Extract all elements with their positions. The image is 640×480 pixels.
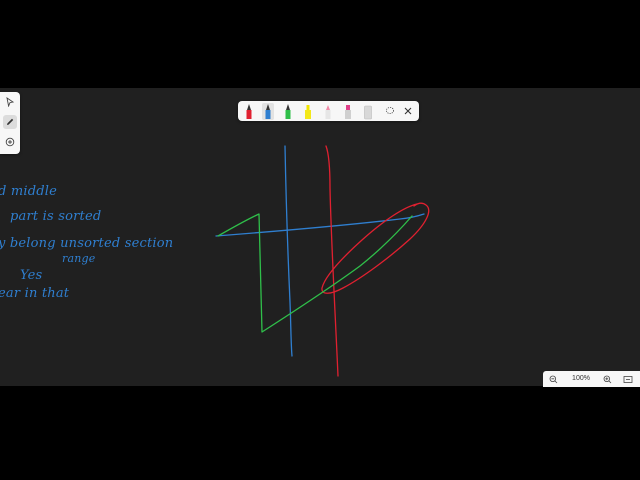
eraser-icon[interactable] bbox=[362, 103, 374, 120]
green-triangle-stroke bbox=[217, 213, 413, 333]
red-vertical-stroke bbox=[325, 145, 339, 377]
lasso-icon[interactable] bbox=[383, 104, 397, 118]
note-line-6: ear in that bbox=[0, 286, 70, 301]
blue-pen-icon[interactable] bbox=[262, 103, 274, 120]
zoom-out-icon[interactable] bbox=[547, 373, 559, 385]
add-icon[interactable] bbox=[3, 135, 17, 149]
note-line-1: d middle bbox=[0, 184, 58, 199]
zoom-in-icon[interactable] bbox=[601, 373, 613, 385]
red-pen-icon[interactable] bbox=[243, 103, 255, 120]
yellow-highlighter-icon[interactable] bbox=[302, 103, 314, 120]
left-toolbar bbox=[0, 92, 20, 154]
fit-to-screen-icon[interactable] bbox=[622, 373, 634, 385]
note-line-5: Yes bbox=[20, 268, 43, 283]
note-line-3: y belong unsorted section bbox=[0, 236, 174, 251]
pink-pen-icon[interactable] bbox=[322, 103, 334, 120]
zoom-level[interactable]: 100% bbox=[565, 373, 597, 385]
close-icon[interactable] bbox=[401, 104, 415, 118]
blue-vertical-stroke bbox=[284, 145, 293, 357]
green-pen-icon[interactable] bbox=[282, 103, 294, 120]
whiteboard-canvas[interactable]: d middle part is sorted y belong unsorte… bbox=[0, 88, 640, 386]
note-line-4: range bbox=[62, 252, 96, 265]
zoom-bar: 100% bbox=[543, 371, 640, 387]
magenta-highlighter-icon[interactable] bbox=[342, 103, 354, 120]
pen-icon[interactable] bbox=[3, 115, 17, 129]
pen-toolbar bbox=[238, 101, 419, 121]
note-line-2: part is sorted bbox=[10, 209, 102, 224]
blue-horizontal-stroke bbox=[215, 213, 425, 237]
select-icon[interactable] bbox=[3, 95, 17, 109]
